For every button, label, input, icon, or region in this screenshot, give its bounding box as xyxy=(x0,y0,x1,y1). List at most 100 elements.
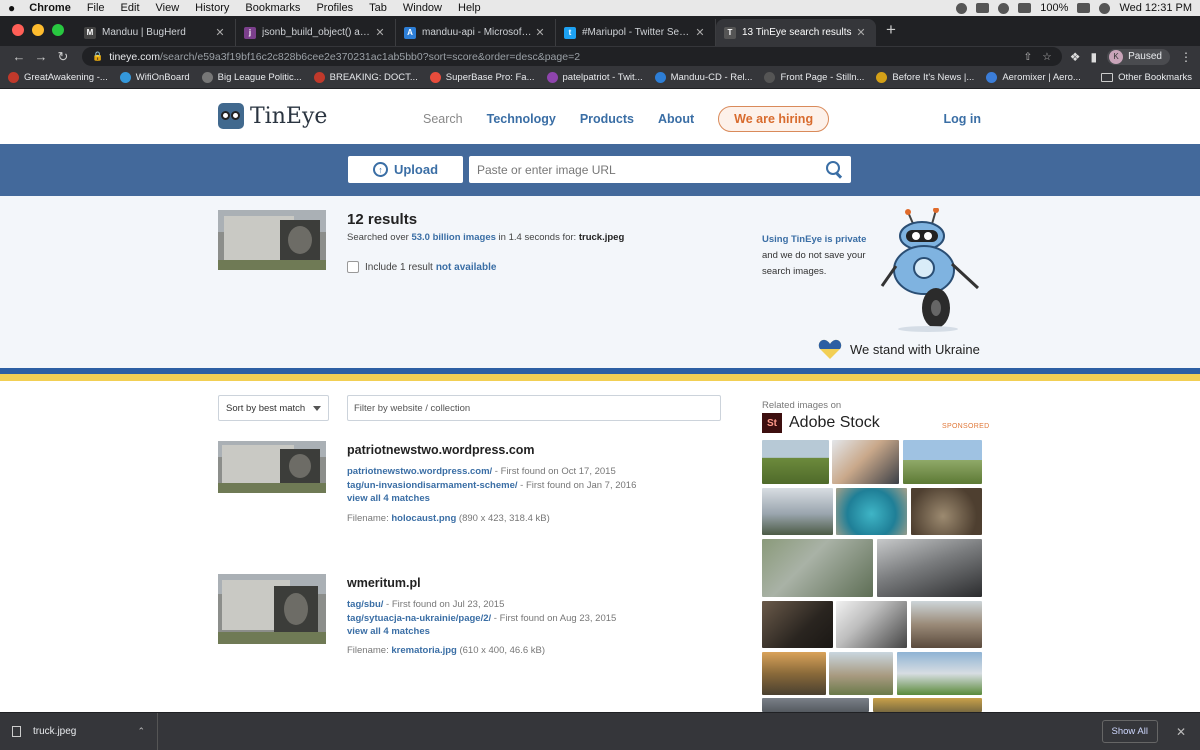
bookmark-item[interactable]: BREAKING: DOCT... xyxy=(313,72,418,83)
browser-tab[interactable]: t #Mariupol - Twitter Search / Tw ✕ xyxy=(556,19,716,46)
stock-image[interactable] xyxy=(832,440,899,484)
show-all-button[interactable]: Show All xyxy=(1101,720,1158,743)
status-app-icon[interactable] xyxy=(998,2,1010,14)
menu-kebab-icon[interactable]: ⋮ xyxy=(1180,50,1192,64)
result-thumbnail[interactable] xyxy=(218,574,326,644)
include-checkbox[interactable] xyxy=(347,261,359,273)
menu-history[interactable]: History xyxy=(195,2,229,14)
apple-menu-icon[interactable]: ● xyxy=(8,1,15,15)
wifi-icon[interactable] xyxy=(1018,3,1032,13)
nav-technology[interactable]: Technology xyxy=(487,112,556,126)
bookmark-item[interactable]: Front Page - Stilln... xyxy=(764,72,864,83)
menu-view[interactable]: View xyxy=(156,2,180,14)
filename-link[interactable]: krematoria.jpg xyxy=(391,645,456,656)
filename-link[interactable]: holocaust.png xyxy=(391,513,456,524)
nav-search[interactable]: Search xyxy=(423,112,463,126)
image-url-input[interactable]: Paste or enter image URL xyxy=(469,156,851,183)
view-all-matches-link[interactable]: view all 4 matches xyxy=(347,493,430,504)
login-link[interactable]: Log in xyxy=(944,112,982,126)
browser-tab[interactable]: A manduu-api - Microsoft Azure ✕ xyxy=(396,19,556,46)
browser-tab[interactable]: M Manduu | BugHerd ✕ xyxy=(76,19,236,46)
stock-image[interactable] xyxy=(836,601,907,648)
menu-file[interactable]: File xyxy=(87,2,105,14)
match-link[interactable]: tag/un-invasiondisarmament-scheme/ xyxy=(347,480,518,491)
close-tab-icon[interactable]: ✕ xyxy=(854,26,868,39)
search-icon[interactable] xyxy=(826,161,843,178)
forward-icon[interactable]: → xyxy=(30,49,52,64)
minimize-window-icon[interactable] xyxy=(32,24,44,36)
stock-image[interactable] xyxy=(762,601,833,648)
match-link[interactable]: patriotnewstwo.wordpress.com/ xyxy=(347,466,492,477)
browser-tab[interactable]: j jsonb_build_object() and json_ ✕ xyxy=(236,19,396,46)
close-tab-icon[interactable]: ✕ xyxy=(533,26,547,39)
privacy-link[interactable]: Using TinEye is private xyxy=(762,234,866,245)
reload-icon[interactable]: ↻ xyxy=(52,49,74,65)
new-tab-icon[interactable]: + xyxy=(876,20,906,46)
result-thumbnail[interactable] xyxy=(218,441,326,493)
not-available-link[interactable]: not available xyxy=(436,262,497,273)
stock-image[interactable] xyxy=(829,652,893,695)
stock-image[interactable] xyxy=(762,652,826,695)
menubar-clock[interactable]: Wed 12:31 PM xyxy=(1119,2,1192,14)
hiring-button[interactable]: We are hiring xyxy=(718,106,830,132)
stock-image[interactable] xyxy=(762,440,829,484)
bookmark-item[interactable]: Big League Politic... xyxy=(201,72,302,83)
browser-tab-active[interactable]: T 13 TinEye search results ✕ xyxy=(716,19,876,46)
bookmark-item[interactable]: Aeromixer | Aero... xyxy=(986,72,1081,83)
menu-profiles[interactable]: Profiles xyxy=(316,2,353,14)
ukraine-banner[interactable]: We stand with Ukraine xyxy=(818,338,980,360)
extensions-icon[interactable]: ❖ xyxy=(1070,50,1081,64)
include-unavailable-toggle[interactable]: Include 1 result not available xyxy=(347,261,496,273)
stock-image[interactable] xyxy=(911,601,982,648)
bookmark-star-icon[interactable]: ☆ xyxy=(1042,51,1051,63)
filter-input[interactable]: Filter by website / collection xyxy=(347,395,721,421)
menu-bookmarks[interactable]: Bookmarks xyxy=(245,2,300,14)
download-item[interactable]: truck.jpeg ⌃ xyxy=(0,713,158,750)
adobe-stock-logo[interactable]: St Adobe Stock xyxy=(762,413,880,433)
profile-button[interactable]: K Paused xyxy=(1107,48,1170,65)
stock-image[interactable] xyxy=(762,698,869,712)
menu-chrome[interactable]: Chrome xyxy=(29,2,71,14)
menu-edit[interactable]: Edit xyxy=(121,2,140,14)
sort-dropdown[interactable]: Sort by best match xyxy=(218,395,329,421)
stock-image[interactable] xyxy=(762,488,833,535)
back-icon[interactable]: ← xyxy=(8,49,30,64)
index-size-link[interactable]: 53.0 billion images xyxy=(411,232,495,243)
close-tab-icon[interactable]: ✕ xyxy=(213,26,227,39)
bookmark-item[interactable]: Before It's News |... xyxy=(876,72,974,83)
bookmark-item[interactable]: patelpatriot - Twit... xyxy=(546,72,643,83)
upload-button[interactable]: ↑ Upload xyxy=(348,156,463,183)
close-window-icon[interactable] xyxy=(12,24,24,36)
close-tab-icon[interactable]: ✕ xyxy=(693,26,707,39)
sidebar-icon[interactable]: ▮ xyxy=(1090,50,1097,64)
fullscreen-window-icon[interactable] xyxy=(52,24,64,36)
view-all-matches-link[interactable]: view all 4 matches xyxy=(347,626,430,637)
nav-about[interactable]: About xyxy=(658,112,694,126)
stock-image[interactable] xyxy=(897,652,982,695)
chevron-up-icon[interactable]: ⌃ xyxy=(137,726,145,737)
status-app-icon[interactable] xyxy=(976,3,990,13)
menu-help[interactable]: Help xyxy=(458,2,481,14)
stock-image[interactable] xyxy=(873,698,982,712)
match-link[interactable]: tag/sytuacja-na-ukrainie/page/2/ xyxy=(347,613,491,624)
lock-icon[interactable]: 🔒 xyxy=(92,51,103,62)
stock-image[interactable] xyxy=(903,440,982,484)
bookmark-item[interactable]: WifiOnBoard xyxy=(119,72,190,83)
battery-icon[interactable] xyxy=(1077,3,1091,13)
bookmark-item[interactable]: Manduu-CD - Rel... xyxy=(654,72,752,83)
share-icon[interactable]: ⇧ xyxy=(1023,51,1032,63)
spotlight-icon[interactable] xyxy=(1099,2,1111,14)
bookmark-item[interactable]: SuperBase Pro: Fa... xyxy=(429,72,535,83)
menu-window[interactable]: Window xyxy=(403,2,442,14)
bookmark-item[interactable]: GreatAwakening -... xyxy=(8,72,108,83)
match-link[interactable]: tag/sbu/ xyxy=(347,599,383,610)
other-bookmarks[interactable]: Other Bookmarks xyxy=(1101,72,1192,83)
stock-image[interactable] xyxy=(877,539,982,597)
close-icon[interactable]: ✕ xyxy=(1176,725,1186,739)
stock-image[interactable] xyxy=(836,488,907,535)
tineye-logo[interactable]: TinEye xyxy=(218,103,327,129)
stock-image[interactable] xyxy=(911,488,982,535)
nav-products[interactable]: Products xyxy=(580,112,634,126)
status-app-icon[interactable] xyxy=(956,2,968,14)
close-tab-icon[interactable]: ✕ xyxy=(373,26,387,39)
